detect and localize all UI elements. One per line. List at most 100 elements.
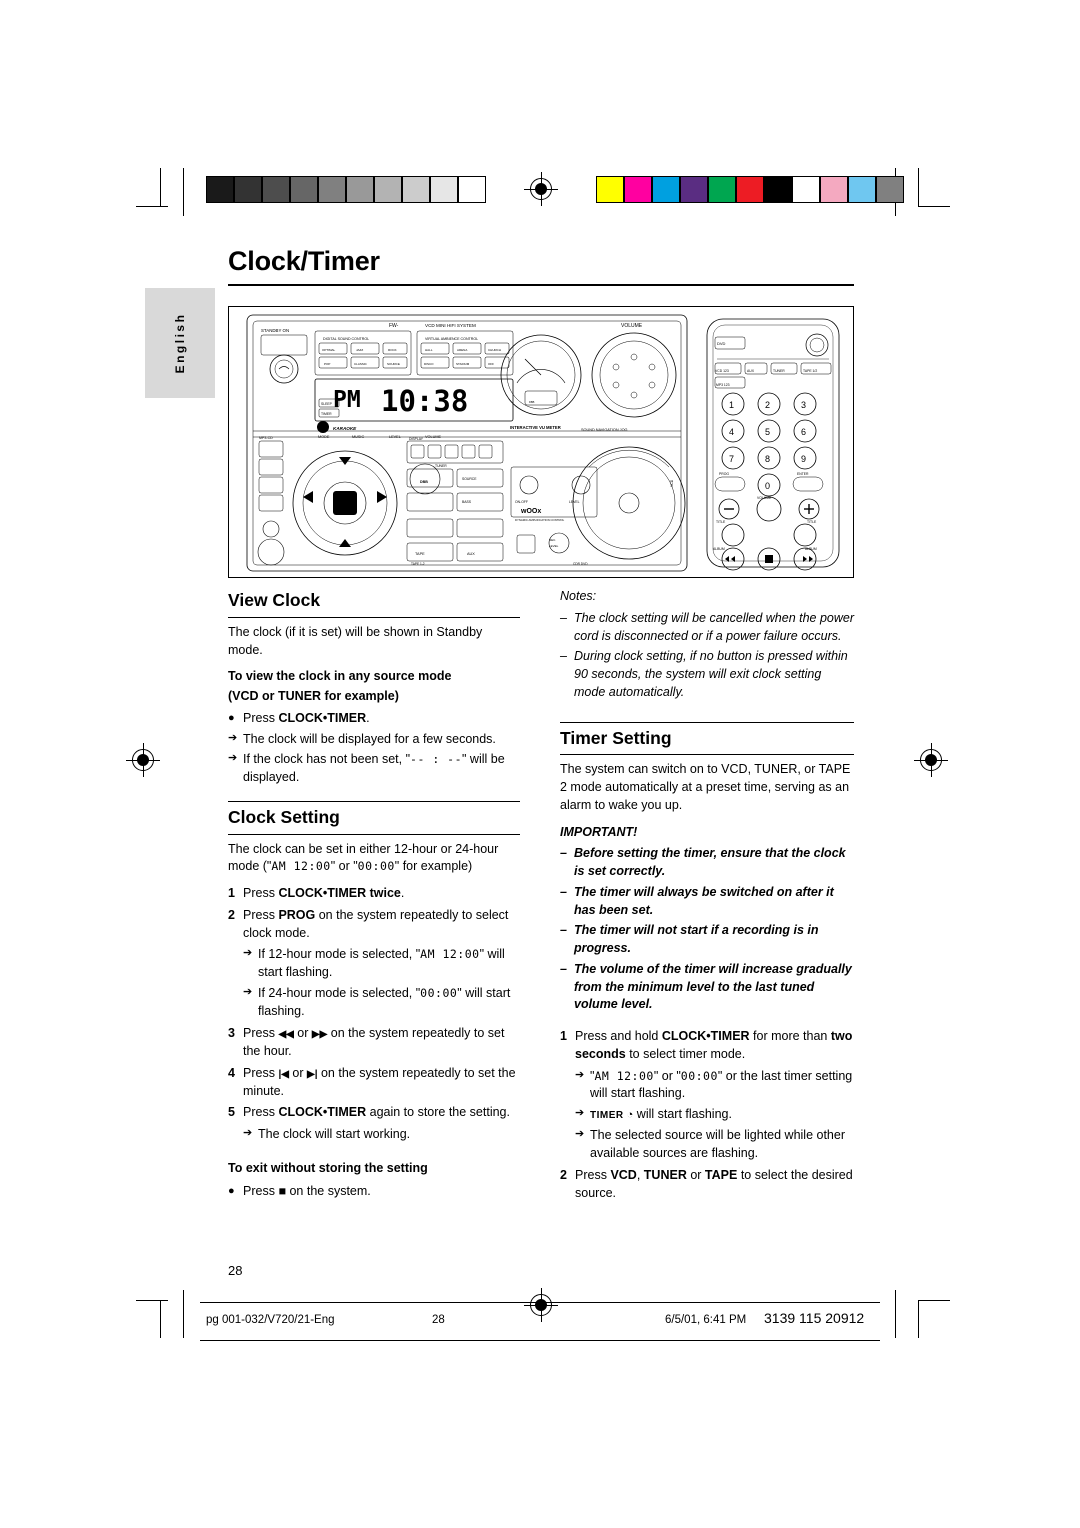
gray-swatch-3 [290,176,318,203]
or-word: or [293,1026,312,1041]
step-number: 3 [228,1026,235,1041]
arrow-icon: ➔ [228,752,238,765]
clock-timer-button-ref: CLOCK•TIMER [661,1029,750,1044]
timer-step1-arrow-1-text: "AM 12:00" or "00:00" or the last timer … [590,1068,854,1104]
step4-prefix: Press [243,1065,279,1080]
gray-swatch-2 [262,176,290,203]
view-clock-arrow-1: ➔ The clock will be displayed for a few … [228,731,520,749]
figure-tape12-label: TAPE 1-2 [411,562,425,566]
important-item-2: – The timer will always be switched on a… [560,884,854,920]
figure-vac-btn-3: DISCO [424,362,434,366]
color-swatch-1 [624,176,652,203]
figure-dbb-label: DBB [420,480,428,484]
clock-step-5: 5 Press CLOCK•TIMER again to store the s… [228,1104,520,1122]
color-swatch-8 [820,176,848,203]
product-illustration-svg: STANDBY ON FW- VCD MINI HIFI SYSTEM VOLU… [246,314,840,572]
view-clock-arrow-1-text: The clock will be displayed for a few se… [243,731,496,746]
view-clock-arrow-2: ➔ If the clock has not been set, "-- : -… [228,751,520,787]
important-item-2-text: The timer will always be switched on aft… [574,884,834,917]
timer-step-1: 1 Press and hold CLOCK•TIMER for more th… [560,1028,854,1064]
figure-aux-label: AUX [467,552,475,556]
figure-sleep-label: SLEEP [321,402,333,406]
clock-step2-arrow-2-text: If 24-hour mode is selected, "00:00" wil… [258,985,520,1021]
tape-button-ref: TAPE [704,1168,738,1183]
remote-key-6: 6 [801,427,806,437]
figure-dsc-btn-3: POP [324,362,330,366]
note-item-1: – The clock setting will be cancelled wh… [560,610,854,646]
remote-key-1: 1 [729,400,734,410]
timer-step-1-text: Press and hold CLOCK•TIMER for more than… [575,1028,854,1064]
clock-face-icon: ◔ [623,1109,634,1122]
crop-mark-bottom-left-h [136,1300,168,1301]
t2-mid: , [636,1168,644,1183]
lcd-0000: 00:00 [357,859,395,874]
figure-level2-label: LEVEL [569,500,580,504]
figure-cdrdvd-label: CDR DVD [573,562,588,566]
clock-step2-arrow-1-text: If 12-hour mode is selected, "AM 12:00" … [258,946,520,982]
step5-suffix: again to store the setting. [366,1105,510,1120]
figure-music-label: MUSIC [352,435,364,439]
gray-swatch-5 [346,176,374,203]
figure-woox-label: wOOx [520,508,541,515]
remote-title-left: TITLE [716,520,726,524]
arrow-icon: ➔ [243,985,253,998]
gray-swatch-0 [206,176,234,203]
clock-step2-arrow-2: ➔ If 24-hour mode is selected, "00:00" w… [243,985,520,1021]
color-swatch-bar [596,176,904,203]
step2-prefix: Press [243,907,279,922]
language-tab: English [145,288,215,398]
view-clock-bullet: ● Press CLOCK•TIMER. [228,710,520,728]
clock-setting-intro: The clock can be set in either 12-hour o… [228,841,520,877]
arrow-icon: ➔ [243,1127,253,1140]
arrow-icon: ➔ [575,1107,585,1120]
rewind-icon: ◀◀ [278,1029,294,1041]
figure-display-time: 10:38 [381,384,468,418]
lcd-0000: 00:00 [680,1068,718,1083]
arrow-icon: ➔ [575,1068,585,1081]
figure-karaoke-label: KARAOKE [333,426,357,431]
stop-icon: ■ [278,1183,286,1198]
clock-step-3: 3 Press ◀◀ or ▶▶ on the system repeatedl… [228,1025,520,1061]
figure-vac-btn-4: STADIUM [456,362,470,366]
lcd-am1200: AM 12:00 [420,947,480,962]
figure-vcd-label: VCD [670,479,674,487]
arrow2-prefix: If the clock has not been set, " [243,752,411,767]
color-swatch-6 [764,176,792,203]
crop-mark-top-left-h [136,206,168,207]
clock-step-1: 1 Press CLOCK•TIMER twice. [228,885,520,903]
color-swatch-9 [848,176,876,203]
arr1-a: If 12-hour mode is selected, " [258,947,421,962]
clock-timer-button-ref: CLOCK•TIMER [278,710,367,725]
exit-bullet: ● Press ■ on the system. [228,1183,520,1201]
important-item-3-text: The timer will not start if a recording … [574,923,819,956]
press-word: Press [243,710,279,725]
note-item-1-text: The clock setting will be cancelled when… [574,610,855,643]
figure-dsc-btn-2: ROCK [388,348,397,352]
step-number: 1 [228,886,235,901]
note-item-2: – During clock setting, if no button is … [560,648,854,701]
timer-step1-arrow-3: ➔ The selected source will be lighted wh… [575,1127,854,1163]
remote-key-3: 3 [801,400,806,410]
crop-mark-bottom-left-v [160,1300,161,1338]
remote-key-8: 8 [765,454,770,464]
crop-mark-top-left-v [160,168,161,206]
step-number: 4 [228,1065,235,1080]
crop-mark-bottom-right2-v [895,1290,896,1338]
t1-mid: for more than [749,1029,831,1044]
timer-step1-arrow-1: ➔ "AM 12:00" or "00:00" or the last time… [575,1068,854,1104]
product-illustration: STANDBY ON FW- VCD MINI HIFI SYSTEM VOLU… [228,306,854,578]
remote-key-2: 2 [765,400,770,410]
previous-track-icon: |◀ [278,1068,289,1080]
clock-timer-button-ref: CLOCK•TIMER [278,1105,367,1120]
registration-mark-right [914,743,948,777]
gray-swatch-7 [402,176,430,203]
figure-dsc-btn-4: CLASSIC [354,362,368,366]
t1-suffix: to select timer mode. [625,1046,746,1061]
clock-timer-twice-ref: CLOCK•TIMER twice [278,886,401,901]
registration-mark-left [126,743,160,777]
figure-source-label: SOURCE [462,477,477,481]
remote-prog-label: PROG [719,472,729,476]
figure-display-small: DISPLAY [409,437,424,441]
lcd-dashes: -- : -- [410,752,463,767]
remote-enter-label: ENTER [797,472,809,476]
